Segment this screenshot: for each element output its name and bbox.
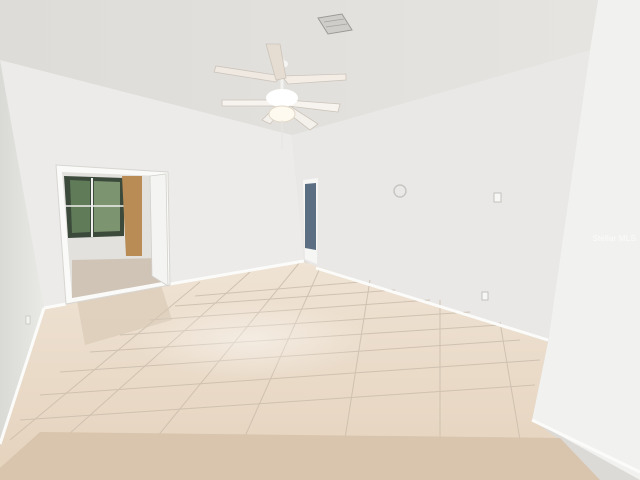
room-photo bbox=[0, 0, 640, 480]
watermark: Stellar MLS bbox=[592, 234, 636, 243]
door bbox=[149, 173, 169, 287]
power-outlet-icon bbox=[481, 291, 489, 301]
light-switch-icon bbox=[493, 192, 502, 203]
carpet bbox=[0, 432, 600, 480]
hallway-opening bbox=[303, 178, 318, 264]
floor-glare bbox=[130, 300, 370, 380]
doorway bbox=[55, 164, 171, 305]
power-outlet-icon bbox=[25, 315, 31, 325]
